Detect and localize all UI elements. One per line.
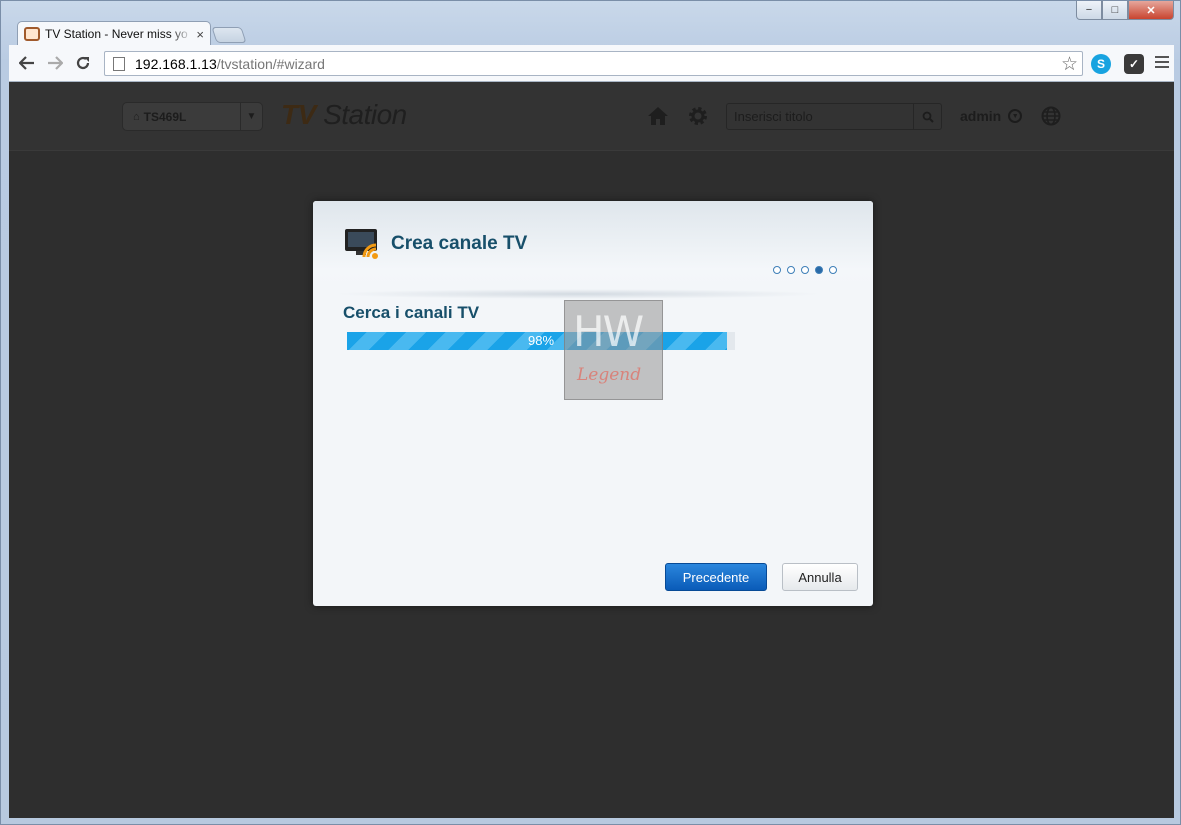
wizard-step-dot (773, 266, 781, 274)
reload-icon[interactable] (69, 49, 97, 77)
forward-icon[interactable] (41, 49, 69, 77)
wizard-step-indicator (773, 266, 837, 274)
web-page: ⌂ TS469L ▼ TV Station admin ▼ (9, 82, 1174, 818)
globe-icon[interactable] (1039, 104, 1063, 128)
search-icon[interactable] (913, 104, 941, 129)
divider (333, 289, 823, 299)
address-bar[interactable]: 192.168.1.13/tvstation/#wizard ☆ (104, 51, 1083, 76)
progress-label: 98% (527, 333, 555, 348)
tv-broadcast-icon (344, 228, 382, 259)
tab-close-icon[interactable]: × (196, 27, 204, 42)
cancel-button[interactable]: Annulla (782, 563, 858, 591)
device-select[interactable]: ⌂ TS469L ▼ (122, 102, 263, 131)
new-tab-button[interactable] (211, 27, 247, 43)
tab-title: TV Station - Never miss yo (45, 27, 188, 41)
chevron-down-circle-icon: ▼ (1008, 109, 1023, 123)
maximize-button[interactable]: □ (1102, 1, 1128, 20)
browser-menu-icon[interactable] (1155, 56, 1169, 71)
device-label: TS469L (143, 109, 187, 124)
wizard-step-dot (815, 266, 823, 274)
home-small-icon: ⌂ (133, 110, 140, 123)
extension-tool-icon[interactable]: ✓ (1124, 54, 1144, 74)
wizard-step-dot (787, 266, 795, 274)
window-controls: − □ ✕ (1076, 1, 1174, 20)
previous-button[interactable]: Precedente (665, 563, 767, 591)
url-host: 192.168.1.13 (135, 55, 217, 72)
tv-favicon-icon (24, 27, 40, 41)
watermark-logo: HW Legend (564, 300, 663, 400)
back-icon[interactable] (13, 49, 41, 77)
user-name: admin (960, 108, 1002, 124)
search-box (726, 103, 942, 130)
chevron-down-icon: ▼ (240, 103, 262, 130)
close-window-button[interactable]: ✕ (1128, 1, 1174, 20)
gear-icon[interactable] (686, 104, 710, 128)
minimize-button[interactable]: − (1076, 1, 1102, 20)
section-title: Cerca i canali TV (343, 303, 480, 322)
create-channel-dialog: Crea canale TV Cerca i canali TV 98% HW … (313, 201, 873, 606)
dialog-title: Crea canale TV (391, 233, 528, 254)
wizard-step-dot (829, 266, 837, 274)
search-input[interactable] (727, 104, 913, 129)
wizard-step-dot (801, 266, 809, 274)
bookmark-star-icon[interactable]: ☆ (1061, 53, 1078, 76)
browser-toolbar: 192.168.1.13/tvstation/#wizard ☆ S ✓ (9, 45, 1174, 82)
page-icon (113, 56, 125, 71)
browser-tab[interactable]: TV Station - Never miss yo × (17, 21, 211, 46)
url-path: /tvstation/#wizard (216, 55, 325, 72)
skype-extension-icon[interactable]: S (1091, 54, 1111, 74)
browser-window: − □ ✕ TV Station - Never miss yo × 192.1… (0, 0, 1181, 825)
user-menu[interactable]: admin ▼ (960, 108, 1023, 124)
app-logo: TV Station (281, 99, 407, 130)
scan-progress-bar: 98% (347, 332, 735, 350)
home-icon[interactable] (646, 104, 670, 128)
app-header: ⌂ TS469L ▼ TV Station admin ▼ (9, 82, 1174, 151)
